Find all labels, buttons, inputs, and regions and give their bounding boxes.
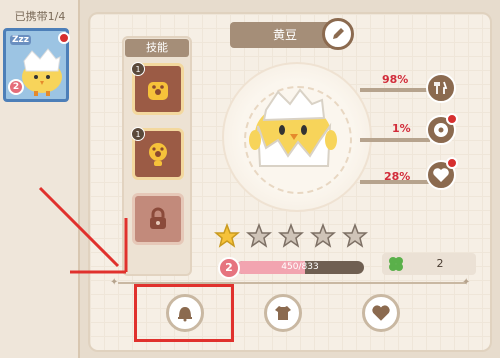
affection-tab-button[interactable]	[362, 294, 400, 332]
divider-ornament-right: ✦	[462, 277, 471, 288]
mood-value: 28%	[384, 170, 411, 183]
skill-slot-1[interactable]: 1	[131, 62, 184, 115]
satiety-value: 98%	[382, 73, 409, 86]
star-empty-icon	[342, 223, 368, 248]
skills-title: 技能	[125, 39, 189, 57]
feed-button[interactable]	[426, 73, 456, 103]
lock-icon	[150, 207, 166, 229]
shirt-icon	[275, 306, 291, 320]
star-filled-icon	[214, 223, 240, 248]
star-empty-icon	[278, 223, 304, 248]
skill-slot-locked[interactable]	[132, 193, 184, 245]
fork-knife-icon	[434, 81, 448, 94]
star-rating	[214, 223, 368, 249]
level-badge: 2	[218, 257, 240, 279]
skill-level-badge: 1	[131, 62, 145, 76]
pencil-icon	[333, 28, 344, 39]
pet-level-badge: 2	[8, 79, 24, 95]
clover-count: 2	[436, 257, 444, 270]
game-screen: 已携带1/4 Zzz 2 黄豆 技能 1 1 98% 1% 28% 2 450/…	[0, 0, 500, 358]
star-empty-icon	[246, 223, 272, 248]
stat-line-food	[360, 88, 430, 92]
carried-pets-sidebar: 已携带1/4 Zzz 2	[0, 0, 80, 358]
notification-dot	[58, 32, 70, 44]
pawprint-bag-icon	[148, 82, 168, 100]
skill-slot-2[interactable]: 1	[131, 127, 184, 180]
divider-ornament-left: ✦	[110, 277, 119, 288]
heart-icon	[433, 168, 449, 182]
highlight-box	[134, 284, 234, 342]
paw-medal-icon	[149, 143, 167, 166]
carried-count-title: 已携带1/4	[14, 10, 66, 23]
exp-text: 450/833	[281, 262, 319, 272]
rename-button[interactable]	[322, 18, 354, 50]
outfit-tab-button[interactable]	[264, 294, 302, 332]
skill-level-badge: 1	[131, 127, 145, 141]
notification-dot	[446, 113, 458, 125]
cleanliness-value: 1%	[392, 122, 411, 135]
stat-line-clean	[360, 138, 430, 142]
star-empty-icon	[310, 223, 336, 248]
chick-in-eggshell[interactable]	[238, 70, 348, 180]
notification-dot	[446, 157, 458, 169]
heart-icon	[372, 305, 390, 321]
clover-icon	[389, 257, 403, 271]
